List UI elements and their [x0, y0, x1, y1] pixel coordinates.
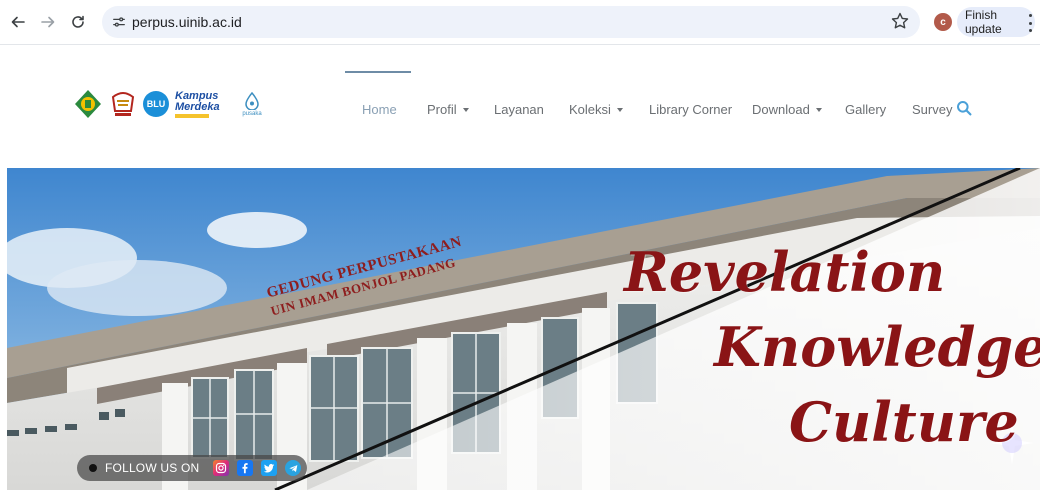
nav-koleksi-label: Koleksi	[569, 102, 611, 117]
kampus-logo-line1: Kampus	[175, 89, 219, 102]
logo-group[interactable]: BLU Kampus Merdeka pusaka	[73, 84, 265, 124]
telegram-icon[interactable]	[285, 460, 302, 476]
pusaka-logo: pusaka	[239, 86, 265, 122]
nav-home-label: Home	[362, 102, 397, 117]
site-info-icon[interactable]	[110, 13, 128, 31]
nav-layanan-label: Layanan	[494, 102, 544, 117]
url-text[interactable]: perpus.uinib.ac.id	[132, 14, 242, 30]
hero-banner: GEDUNG PERPUSTAKAAN UIN IMAM BONJOL PADA…	[7, 168, 1040, 490]
nav-gallery-label: Gallery	[845, 102, 887, 117]
nav-download-label: Download	[752, 102, 810, 117]
nav-library-corner-label: Library Corner	[649, 102, 733, 117]
blu-logo: BLU	[143, 91, 169, 117]
bullet-dot	[89, 464, 97, 472]
twitter-icon[interactable]	[261, 460, 278, 476]
nav-profil[interactable]: Profil	[427, 102, 469, 117]
search-icon[interactable]	[956, 100, 972, 116]
star-icon[interactable]	[890, 11, 910, 31]
browser-toolbar: perpus.uinib.ac.id c Finish update	[0, 0, 1040, 45]
nav-koleksi[interactable]: Koleksi	[569, 102, 623, 117]
active-indicator	[345, 71, 411, 73]
uin-logo	[109, 89, 137, 119]
address-bar[interactable]: perpus.uinib.ac.id	[102, 6, 920, 38]
kemenag-logo	[73, 89, 103, 119]
kampus-merdeka-logo: Kampus Merdeka	[175, 88, 233, 120]
reload-icon[interactable]	[68, 12, 88, 32]
kebab-menu-icon[interactable]	[1026, 14, 1034, 32]
pusaka-logo-text: pusaka	[242, 110, 262, 117]
follow-us-bar: FOLLOW US ON	[77, 455, 307, 481]
back-icon[interactable]	[8, 12, 28, 32]
finish-update-button[interactable]: Finish update	[957, 7, 1035, 37]
nav-layanan[interactable]: Layanan	[494, 102, 544, 117]
nav-library-corner[interactable]: Library Corner	[649, 102, 732, 117]
chevron-down-icon	[815, 107, 822, 112]
nav-home[interactable]: Home	[362, 102, 397, 117]
follow-us-label: FOLLOW US ON	[105, 461, 200, 475]
chevron-down-icon	[462, 107, 469, 112]
tagline-culture: Culture	[789, 390, 1019, 454]
tagline-knowledge: Knowledge	[714, 315, 1040, 379]
instagram-icon[interactable]	[213, 460, 230, 476]
nav-survey[interactable]: Survey	[912, 102, 952, 117]
nav-survey-label: Survey	[912, 102, 953, 117]
nav-gallery[interactable]: Gallery	[845, 102, 886, 117]
site-header: BLU Kampus Merdeka pusaka Home Profil La…	[0, 46, 1040, 168]
nav-download[interactable]: Download	[752, 102, 822, 117]
tagline-revelation: Revelation	[624, 240, 946, 304]
facebook-icon[interactable]	[237, 460, 254, 476]
profile-avatar[interactable]: c	[934, 13, 952, 31]
kampus-logo-line2: Merdeka	[175, 100, 220, 113]
chevron-down-icon	[616, 107, 623, 112]
nav-profil-label: Profil	[427, 102, 457, 117]
forward-icon[interactable]	[38, 12, 58, 32]
